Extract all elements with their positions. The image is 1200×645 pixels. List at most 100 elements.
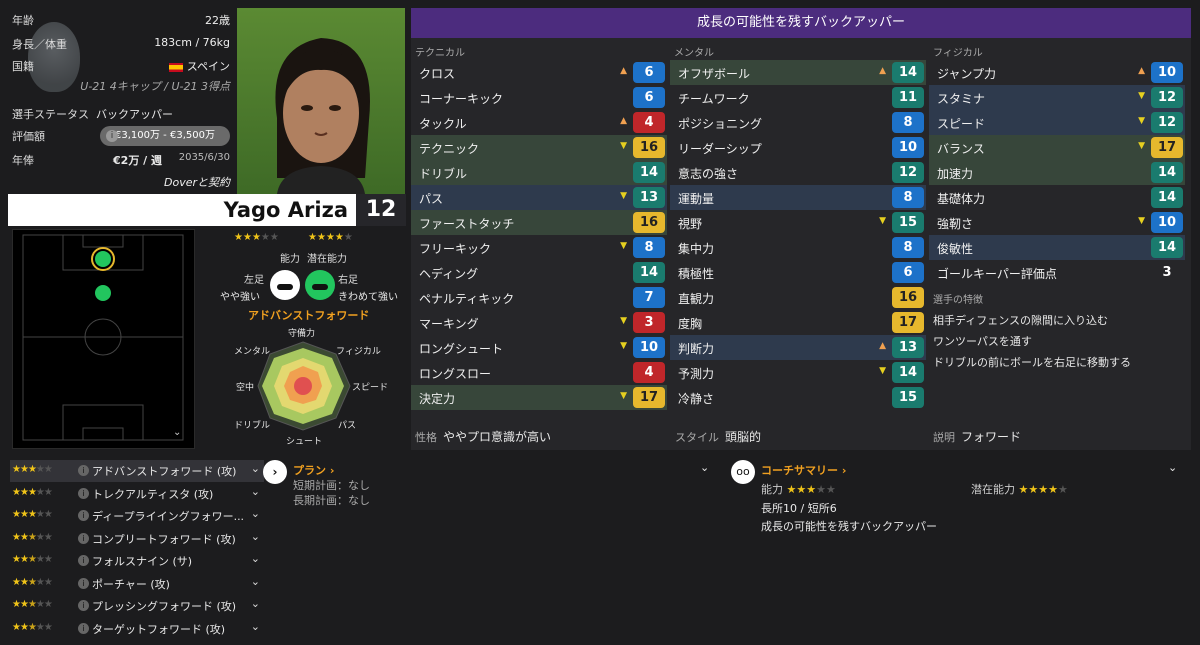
info-icon[interactable]: i — [78, 555, 89, 566]
attribute-value: 13 — [633, 187, 665, 208]
role-item[interactable]: ★★★★★ i アドバンストフォワード (攻) ⌄ — [10, 460, 264, 482]
attribute-row[interactable]: 俊敏性 14 — [929, 235, 1185, 260]
attribute-row[interactable]: ジャンプ力 ▲ 10 — [929, 60, 1185, 85]
chevron-down-icon[interactable]: ⌄ — [251, 485, 260, 498]
plan-arrow-icon[interactable]: › — [263, 460, 287, 484]
chevron-down-icon[interactable]: ⌄ — [251, 530, 260, 543]
info-icon[interactable]: i — [78, 465, 89, 476]
attribute-row[interactable]: オフザボール ▲ 14 — [670, 60, 926, 85]
wage-row: 年俸 €2万 / 週 2035/6/30 — [12, 152, 234, 170]
role-item[interactable]: ★★★★★ i ポーチャー (攻) ⌄ — [10, 573, 264, 595]
attribute-row[interactable]: ポジショニング 8 — [670, 110, 926, 135]
attribute-row[interactable]: マーキング ▼ 3 — [411, 310, 667, 335]
attribute-value: 6 — [892, 262, 924, 283]
short-plan: 短期計画：なし — [293, 477, 370, 493]
attribute-row[interactable]: 運動量 8 — [670, 185, 926, 210]
nat-value[interactable]: スペイン — [168, 58, 230, 74]
arrow-down-icon: ▼ — [620, 316, 627, 326]
pitch-diagram: ⌄ — [22, 234, 184, 441]
attribute-row[interactable]: スピード ▼ 12 — [929, 110, 1185, 135]
info-icon: i — [106, 130, 118, 142]
attribute-row[interactable]: 集中力 8 — [670, 235, 926, 260]
arrow-up-icon: ▲ — [879, 341, 886, 351]
info-icon[interactable]: i — [78, 532, 89, 544]
info-icon[interactable]: i — [78, 577, 89, 589]
coach-title[interactable]: コーチサマリー › — [761, 462, 846, 478]
coach-potential-stars: ★★★★★ — [1018, 483, 1068, 496]
right-foot-icon — [305, 270, 335, 300]
attribute-value: 11 — [892, 87, 924, 108]
attribute-row[interactable]: 冷静さ 15 — [670, 385, 926, 410]
attribute-row[interactable]: 決定力 ▼ 17 — [411, 385, 667, 410]
chevron-down-icon[interactable]: ⌄ — [251, 620, 260, 633]
info-icon[interactable]: i — [78, 510, 89, 521]
attribute-row[interactable]: 直観力 16 — [670, 285, 926, 310]
arrow-down-icon: ▼ — [1138, 216, 1145, 226]
attribute-row[interactable]: テクニック ▼ 16 — [411, 135, 667, 160]
attribute-row[interactable]: リーダーシップ 10 — [670, 135, 926, 160]
attribute-name: ジャンプ力 — [937, 67, 997, 81]
role-item[interactable]: ★★★★★ i トレクアルティスタ (攻) ⌄ — [10, 483, 264, 505]
valuation-pill[interactable]: i €3,100万 - €3,500万 — [100, 126, 230, 146]
nationality-row[interactable]: 国籍 スペイン — [12, 58, 234, 76]
trait-item: ワンツーパスを通す — [933, 335, 1032, 348]
plan-chevron-icon[interactable]: ⌄ — [700, 461, 709, 474]
status-value: バックアッパー — [96, 108, 173, 121]
info-icon[interactable]: i — [78, 600, 89, 611]
role-title: アドバンストフォワード — [248, 309, 370, 322]
attribute-row[interactable]: ゴールキーパー評価点 3 — [929, 260, 1185, 285]
short-plan-value: なし — [348, 479, 370, 492]
attribute-row[interactable]: タックル ▲ 4 — [411, 110, 667, 135]
attribute-row[interactable]: ペナルティキック 7 — [411, 285, 667, 310]
attribute-row[interactable]: 加速力 14 — [929, 160, 1185, 185]
attribute-row[interactable]: スタミナ ▼ 12 — [929, 85, 1185, 110]
attributes-header: 成長の可能性を残すバックアッパー — [411, 8, 1191, 38]
arrow-up-icon: ▲ — [620, 66, 627, 76]
attribute-row[interactable]: 判断力 ▲ 13 — [670, 335, 926, 360]
physical-label: フィジカル — [933, 48, 983, 59]
short-plan-label: 短期計画： — [293, 479, 348, 492]
attribute-row[interactable]: チームワーク 11 — [670, 85, 926, 110]
role-name: フォルスナイン (サ) — [92, 555, 193, 568]
international-row: U-21 4キャップ / U-21 3得点 — [12, 78, 234, 96]
attribute-row[interactable]: ロングスロー 4 — [411, 360, 667, 385]
coach-chevron-icon[interactable]: ⌄ — [1168, 461, 1177, 474]
chevron-down-icon[interactable]: ⌄ — [251, 507, 260, 520]
attribute-row[interactable]: 度胸 17 — [670, 310, 926, 335]
role-item[interactable]: ★★★★★ i コンプリートフォワード (攻) ⌄ — [10, 528, 264, 550]
attribute-row[interactable]: ドリブル 14 — [411, 160, 667, 185]
attribute-row[interactable]: 基礎体力 14 — [929, 185, 1185, 210]
attribute-row[interactable]: ロングシュート ▼ 10 — [411, 335, 667, 360]
attribute-name: 強靭さ — [937, 217, 974, 231]
attribute-row[interactable]: バランス ▼ 17 — [929, 135, 1185, 160]
info-icon[interactable]: i — [78, 622, 89, 634]
role-item[interactable]: ★★★★★ i ターゲットフォワード (攻) ⌄ — [10, 618, 264, 640]
chevron-down-icon[interactable]: ⌄ — [251, 552, 260, 565]
attribute-row[interactable]: パス ▼ 13 — [411, 185, 667, 210]
potential-stars: ★★★★★ — [308, 232, 353, 243]
role-item[interactable]: ★★★★★ i プレッシングフォワード (攻) ⌄ — [10, 595, 264, 617]
attribute-row[interactable]: 視野 ▼ 15 — [670, 210, 926, 235]
attribute-value: 14 — [892, 362, 924, 383]
attribute-row[interactable]: 意志の強さ 12 — [670, 160, 926, 185]
role-item[interactable]: ★★★★★ i ディープライイングフォワー... ⌄ — [10, 505, 264, 527]
chevron-down-icon[interactable]: ⌄ — [251, 462, 260, 475]
chevron-down-icon[interactable]: ⌄ — [251, 597, 260, 610]
attribute-row[interactable]: 予測力 ▼ 14 — [670, 360, 926, 385]
plan-title[interactable]: プラン › — [293, 462, 334, 478]
attribute-row[interactable]: コーナーキック 6 — [411, 85, 667, 110]
chevron-down-icon[interactable]: ⌄ — [251, 575, 260, 588]
attribute-row[interactable]: 強靭さ ▼ 10 — [929, 210, 1185, 235]
info-icon[interactable]: i — [78, 487, 89, 499]
attribute-row[interactable]: 積極性 6 — [670, 260, 926, 285]
attribute-row[interactable]: クロス ▲ 6 — [411, 60, 667, 85]
arrow-down-icon: ▼ — [1138, 116, 1145, 126]
attribute-row[interactable]: フリーキック ▼ 8 — [411, 235, 667, 260]
spain-flag-icon — [168, 62, 183, 72]
attribute-row[interactable]: ファーストタッチ 16 — [411, 210, 667, 235]
attribute-row[interactable]: ヘディング 14 — [411, 260, 667, 285]
contract-row: Doverと契約 — [12, 174, 234, 192]
role-name: プレッシングフォワード (攻) — [92, 600, 237, 613]
position-pitch[interactable]: ⌄ — [12, 229, 195, 449]
role-item[interactable]: ★★★★★ i フォルスナイン (サ) ⌄ — [10, 550, 264, 572]
